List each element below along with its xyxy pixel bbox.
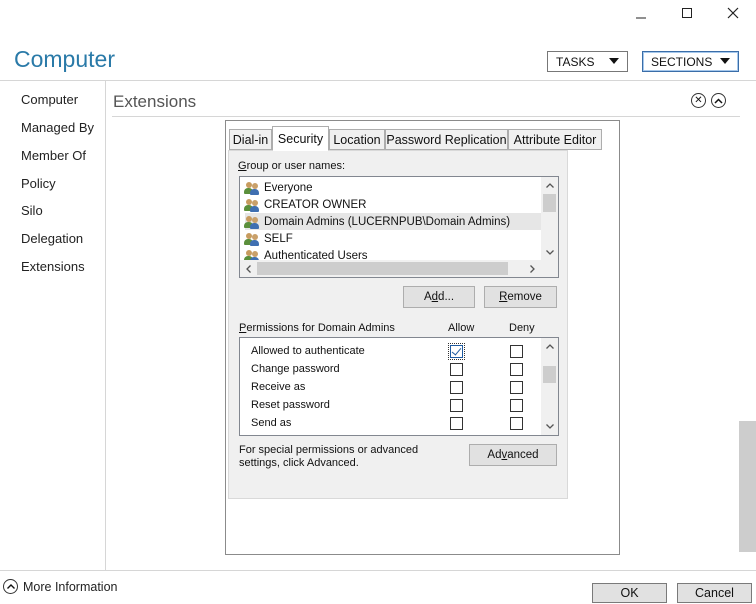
deny-checkbox[interactable] bbox=[510, 345, 523, 358]
page-title: Computer bbox=[14, 46, 115, 72]
remove-button[interactable]: Remove bbox=[484, 286, 557, 308]
permission-name: Allowed to authenticate bbox=[251, 345, 365, 357]
permission-name: Change password bbox=[251, 363, 340, 375]
scroll-thumb[interactable] bbox=[543, 194, 556, 212]
allow-checkbox[interactable] bbox=[450, 381, 463, 394]
chevron-up-icon[interactable] bbox=[541, 177, 558, 194]
user-list-hscroll[interactable] bbox=[240, 260, 558, 277]
tab-attribute-editor[interactable]: Attribute Editor bbox=[508, 129, 602, 150]
group-user-names-label: Group or user names: bbox=[238, 160, 345, 172]
permissions-label: Permissions for Domain Admins bbox=[239, 322, 395, 334]
tab-security[interactable]: Security bbox=[272, 126, 329, 151]
maximize-icon bbox=[682, 8, 692, 18]
chevron-left-icon[interactable] bbox=[240, 260, 257, 277]
deny-checkbox[interactable] bbox=[510, 417, 523, 430]
dropdown-arrow-icon bbox=[720, 58, 730, 64]
sidebar: Computer Managed By Member Of Policy Sil… bbox=[0, 81, 106, 570]
permissions-vscroll[interactable] bbox=[541, 338, 558, 435]
footer-divider bbox=[0, 570, 756, 571]
sidebar-item-policy[interactable]: Policy bbox=[21, 176, 56, 191]
page-scrollbar[interactable] bbox=[739, 421, 756, 552]
allow-checkbox[interactable] bbox=[448, 343, 465, 360]
list-item[interactable]: SELF bbox=[244, 230, 542, 247]
user-group-icon bbox=[244, 198, 261, 212]
list-item[interactable]: CREATOR OWNER bbox=[244, 196, 542, 213]
deny-header: Deny bbox=[509, 322, 535, 334]
allow-checkbox[interactable] bbox=[450, 417, 463, 430]
scroll-thumb[interactable] bbox=[543, 366, 556, 383]
user-list-vscroll[interactable] bbox=[541, 177, 558, 261]
sidebar-item-computer[interactable]: Computer bbox=[21, 92, 78, 107]
permission-name: Reset password bbox=[251, 399, 330, 411]
chevron-up-icon bbox=[714, 97, 723, 104]
minimize-button[interactable] bbox=[618, 0, 664, 26]
chevron-down-icon[interactable] bbox=[541, 418, 558, 435]
close-button[interactable] bbox=[710, 0, 756, 26]
chevron-down-icon[interactable] bbox=[541, 244, 558, 261]
sidebar-item-silo[interactable]: Silo bbox=[21, 203, 43, 218]
sidebar-item-managed-by[interactable]: Managed By bbox=[21, 120, 94, 135]
sidebar-item-delegation[interactable]: Delegation bbox=[21, 231, 83, 246]
chevron-up-icon bbox=[3, 579, 18, 594]
close-section-icon[interactable]: ✕ bbox=[691, 93, 706, 108]
minimize-icon bbox=[636, 17, 646, 19]
tab-dial-in[interactable]: Dial-in bbox=[229, 129, 272, 150]
cancel-button[interactable]: Cancel bbox=[677, 583, 752, 603]
dropdown-arrow-icon bbox=[609, 58, 619, 64]
advanced-note: For special permissions or advanced sett… bbox=[239, 444, 419, 469]
tasks-label: TASKS bbox=[556, 54, 595, 69]
list-item[interactable]: Everyone bbox=[244, 179, 542, 196]
tab-location[interactable]: Location bbox=[329, 129, 385, 150]
deny-checkbox[interactable] bbox=[510, 381, 523, 394]
header-divider bbox=[0, 80, 756, 81]
more-information-toggle[interactable]: More Information bbox=[3, 579, 117, 594]
chevron-up-icon[interactable] bbox=[541, 338, 558, 355]
advanced-button[interactable]: Ad v anced bbox=[469, 444, 557, 466]
ok-button[interactable]: OK bbox=[592, 583, 667, 603]
sidebar-item-member-of[interactable]: Member Of bbox=[21, 148, 86, 163]
maximize-button[interactable] bbox=[664, 0, 710, 26]
permission-name: Receive as bbox=[251, 381, 306, 393]
chevron-right-icon[interactable] bbox=[524, 260, 541, 277]
sidebar-item-extensions[interactable]: Extensions bbox=[21, 259, 85, 274]
allow-checkbox[interactable] bbox=[450, 363, 463, 376]
sections-dropdown[interactable]: SECTIONS bbox=[642, 51, 739, 72]
user-group-icon bbox=[244, 181, 261, 195]
tab-password-replication[interactable]: Password Replication bbox=[385, 129, 508, 150]
section-title: Extensions bbox=[113, 92, 197, 111]
collapse-section-icon[interactable] bbox=[711, 93, 726, 108]
allow-checkbox[interactable] bbox=[450, 399, 463, 412]
deny-checkbox[interactable] bbox=[510, 399, 523, 412]
allow-header: Allow bbox=[448, 322, 475, 334]
more-information-label: More Information bbox=[23, 579, 118, 594]
user-list[interactable]: Everyone CREATOR OWNER Domain Admins (LU… bbox=[239, 176, 559, 278]
close-icon bbox=[727, 7, 739, 19]
deny-checkbox[interactable] bbox=[510, 363, 523, 376]
list-item[interactable]: Domain Admins (LUCERNPUB\Domain Admins) bbox=[244, 213, 542, 230]
scroll-thumb[interactable] bbox=[257, 262, 508, 275]
user-group-icon bbox=[244, 232, 261, 246]
permissions-list[interactable]: Allowed to authenticate Change password … bbox=[239, 337, 559, 436]
user-group-icon bbox=[244, 215, 261, 229]
add-button[interactable]: Ad d... bbox=[403, 286, 475, 308]
sections-label: SECTIONS bbox=[651, 54, 713, 69]
permission-name: Send as bbox=[251, 417, 292, 429]
tasks-dropdown[interactable]: TASKS bbox=[547, 51, 628, 72]
section-divider bbox=[112, 116, 740, 117]
